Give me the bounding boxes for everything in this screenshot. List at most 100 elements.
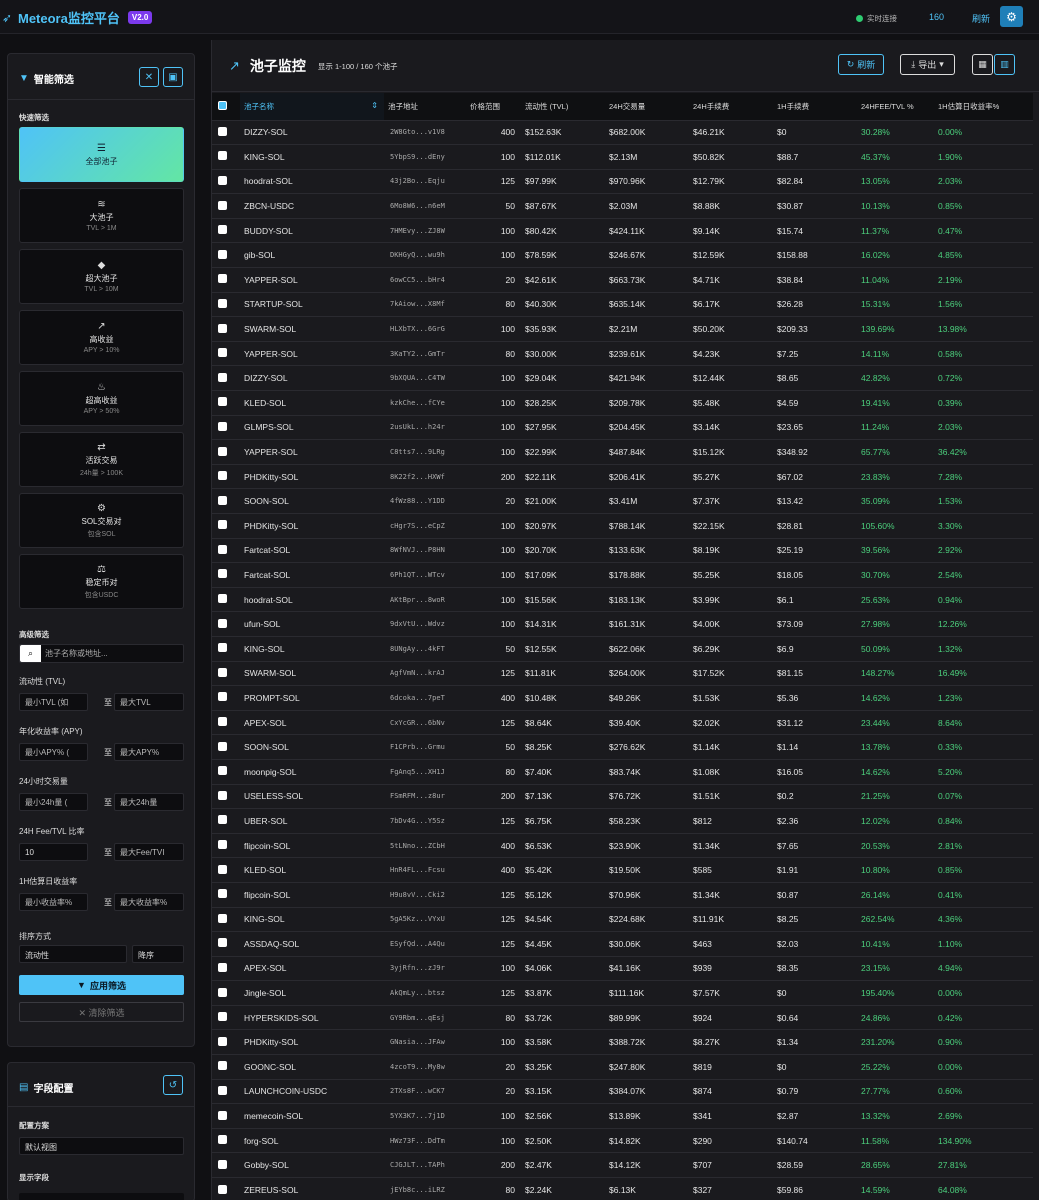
table-row[interactable]: GOONC-SOL 4zcoT9...My8w 20 $3.25K $247.80K $8… xyxy=(212,1054,1033,1080)
row-select-cell[interactable] xyxy=(212,881,240,907)
row-checkbox[interactable] xyxy=(218,421,227,431)
cell-pool-address[interactable]: 2usUkL...h24r xyxy=(384,414,466,440)
row-select-cell[interactable] xyxy=(212,537,240,563)
row-select-cell[interactable] xyxy=(212,808,240,834)
table-row[interactable]: KLED-SOL HnR4FL...Fcsu 400 $5.42K $19.50K $58… xyxy=(212,857,1033,883)
row-checkbox[interactable] xyxy=(218,1159,227,1169)
cell-pool-address[interactable]: HnR4FL...Fcsu xyxy=(384,857,466,883)
column-header-fee-1h[interactable]: 1H手续费 xyxy=(773,93,857,120)
cell-pool-address[interactable]: 2W8Gto...v1V8 xyxy=(384,119,466,145)
row-checkbox[interactable] xyxy=(218,544,227,554)
row-select-cell[interactable] xyxy=(212,783,240,809)
cell-pool-name[interactable]: PHDKitty-SOL xyxy=(240,1029,384,1055)
row-checkbox[interactable] xyxy=(218,372,227,382)
cell-pool-name[interactable]: gib-SOL xyxy=(240,242,384,268)
cell-pool-name[interactable]: KING-SOL xyxy=(240,906,384,932)
range-min-input[interactable] xyxy=(19,793,88,811)
select-all-checkbox[interactable] xyxy=(218,100,227,110)
column-header-tvl[interactable]: 流动性 (TVL) xyxy=(521,93,605,120)
header-refresh-link[interactable]: 刷新 xyxy=(972,12,990,25)
cell-pool-address[interactable]: 7HMEvy...ZJ8W xyxy=(384,217,466,243)
quick-filter-0[interactable]: ☰ 全部池子 xyxy=(19,127,184,182)
column-header-name[interactable]: 池子名称 ⇕ xyxy=(240,93,384,120)
cell-pool-address[interactable]: 2TXs8F...wCK7 xyxy=(384,1078,466,1104)
cell-pool-address[interactable]: GNasia...JFAw xyxy=(384,1029,466,1055)
cell-pool-name[interactable]: memecoin-SOL xyxy=(240,1103,384,1129)
row-select-cell[interactable] xyxy=(212,685,240,711)
cell-pool-address[interactable]: AKtBpr...8woR xyxy=(384,586,466,612)
row-select-cell[interactable] xyxy=(212,168,240,194)
cell-pool-address[interactable]: 7kAiow...X8Mf xyxy=(384,291,466,317)
quick-filter-3[interactable]: ↗ 高收益 APY > 10% xyxy=(19,310,184,365)
select-all-cell[interactable] xyxy=(212,93,240,120)
table-row[interactable]: PHDKitty-SOL GNasia...JFAw 100 $3.58K $388.7… xyxy=(212,1029,1033,1055)
search-input[interactable] xyxy=(45,647,181,660)
row-checkbox[interactable] xyxy=(218,815,227,825)
close-filter-button[interactable]: ✕ xyxy=(139,67,159,87)
quick-filter-5[interactable]: ⇄ 活跃交易 24h量 > 100K xyxy=(19,432,184,487)
row-select-cell[interactable] xyxy=(212,635,240,662)
row-checkbox[interactable] xyxy=(218,864,227,874)
cell-pool-address[interactable]: CJGJLT...TAPh xyxy=(384,1152,466,1178)
table-row[interactable]: ZEREUS-SOL jEYb8c...iLRZ 80 $2.24K $6.13K $32… xyxy=(212,1177,1033,1200)
table-row[interactable]: flipcoin-SOL 5tLNno...ZCbH 400 $6.53K $23.90… xyxy=(212,832,1033,858)
row-select-cell[interactable] xyxy=(212,660,240,686)
cell-pool-address[interactable]: 9dxVtU...Wdvz xyxy=(384,611,466,637)
row-select-cell[interactable] xyxy=(212,513,240,539)
row-checkbox[interactable] xyxy=(218,1085,227,1095)
refresh-button[interactable]: ↻ 刷新 xyxy=(838,54,884,75)
row-select-cell[interactable] xyxy=(212,906,240,932)
table-row[interactable]: DIZZY-SOL 9bXQUA...C4TW 100 $29.04K $421.94K… xyxy=(212,365,1033,391)
cell-pool-address[interactable]: HWz73F...DdTm xyxy=(384,1127,466,1153)
cell-pool-address[interactable]: 6Mo8W6...n6eM xyxy=(384,193,466,219)
table-row[interactable]: ZBCN-USDC 6Mo8W6...n6eM 50 $87.67K $2.03M $8.… xyxy=(212,193,1033,219)
row-select-cell[interactable] xyxy=(212,267,240,293)
row-select-cell[interactable] xyxy=(212,980,240,1006)
cell-pool-name[interactable]: Fartcat-SOL xyxy=(240,562,384,588)
cell-pool-address[interactable]: jEYb8c...iLRZ xyxy=(384,1177,466,1200)
sort-order-select[interactable]: 降序 xyxy=(132,945,184,963)
cell-pool-address[interactable]: 7bDv4G...Y5Sz xyxy=(384,808,466,834)
cell-pool-address[interactable]: 8WfNVJ...P8HN xyxy=(384,537,466,563)
table-row[interactable]: ufun-SOL 9dxVtU...Wdvz 100 $14.31K $161.31K $… xyxy=(212,611,1033,637)
cell-pool-name[interactable]: moonpig-SOL xyxy=(240,758,384,785)
cell-pool-name[interactable]: YAPPER-SOL xyxy=(240,439,384,465)
table-row[interactable]: SWARM-SOL AgfVmN...krAJ 125 $11.81K $264.00K… xyxy=(212,660,1033,686)
range-max-input[interactable] xyxy=(114,693,184,711)
table-row[interactable]: UBER-SOL 7bDv4G...Y5Sz 125 $6.75K $58.23K $81… xyxy=(212,808,1033,834)
row-checkbox[interactable] xyxy=(218,790,227,800)
cell-pool-name[interactable]: Fartcat-SOL xyxy=(240,537,384,563)
cell-pool-address[interactable]: kzkChe...fCYe xyxy=(384,390,466,416)
row-select-cell[interactable] xyxy=(212,217,240,243)
cell-pool-name[interactable]: DIZZY-SOL xyxy=(240,365,384,391)
row-checkbox[interactable] xyxy=(218,225,227,235)
cell-pool-address[interactable]: F1CPrb...Grmu xyxy=(384,734,466,760)
row-checkbox[interactable] xyxy=(218,889,227,899)
table-row[interactable]: gib-SOL DKHGyQ...wu9h 100 $78.59K $246.67K $1… xyxy=(212,242,1033,268)
cell-pool-address[interactable]: 9bXQUA...C4TW xyxy=(384,365,466,391)
cell-pool-name[interactable]: HYPERSKIDS-SOL xyxy=(240,1004,384,1030)
table-row[interactable]: KLED-SOL kzkChe...fCYe 100 $28.25K $209.78K $… xyxy=(212,390,1033,416)
row-checkbox[interactable] xyxy=(218,938,227,948)
row-select-cell[interactable] xyxy=(212,144,240,170)
row-select-cell[interactable] xyxy=(212,955,240,981)
table-view-button[interactable]: ▦ xyxy=(972,54,993,75)
row-checkbox[interactable] xyxy=(218,962,227,972)
table-row[interactable]: YAPPER-SOL 3KaTY2...GmTr 80 $30.00K $239.61K… xyxy=(212,340,1033,366)
table-row[interactable]: Jingle-SOL AkQmLy...btsz 125 $3.87K $111.16K… xyxy=(212,980,1033,1006)
range-max-input[interactable] xyxy=(114,793,184,811)
table-row[interactable]: Fartcat-SOL 8WfNVJ...P8HN 100 $20.70K $133.6… xyxy=(212,537,1033,563)
table-row[interactable]: LAUNCHCOIN-USDC 2TXs8F...wCK7 20 $3.15K $384… xyxy=(212,1078,1033,1104)
table-row[interactable]: USELESS-SOL FSmRFM...z8ur 200 $7.13K $76.72K… xyxy=(212,783,1033,809)
table-row[interactable]: hoodrat-SOL 43j2Bo...Eqju 125 $97.99K $970.9… xyxy=(212,168,1033,194)
row-select-cell[interactable] xyxy=(212,611,240,637)
range-min-input[interactable] xyxy=(19,693,88,711)
row-checkbox[interactable] xyxy=(218,618,227,628)
range-max-input[interactable] xyxy=(114,843,184,861)
row-select-cell[interactable] xyxy=(212,1103,240,1129)
cell-pool-name[interactable]: PHDKitty-SOL xyxy=(240,463,384,489)
row-checkbox[interactable] xyxy=(218,1012,227,1022)
table-row[interactable]: Gobby-SOL CJGJLT...TAPh 200 $2.47K $14.12K $7… xyxy=(212,1152,1033,1178)
row-checkbox[interactable] xyxy=(218,126,227,136)
row-select-cell[interactable] xyxy=(212,291,240,317)
